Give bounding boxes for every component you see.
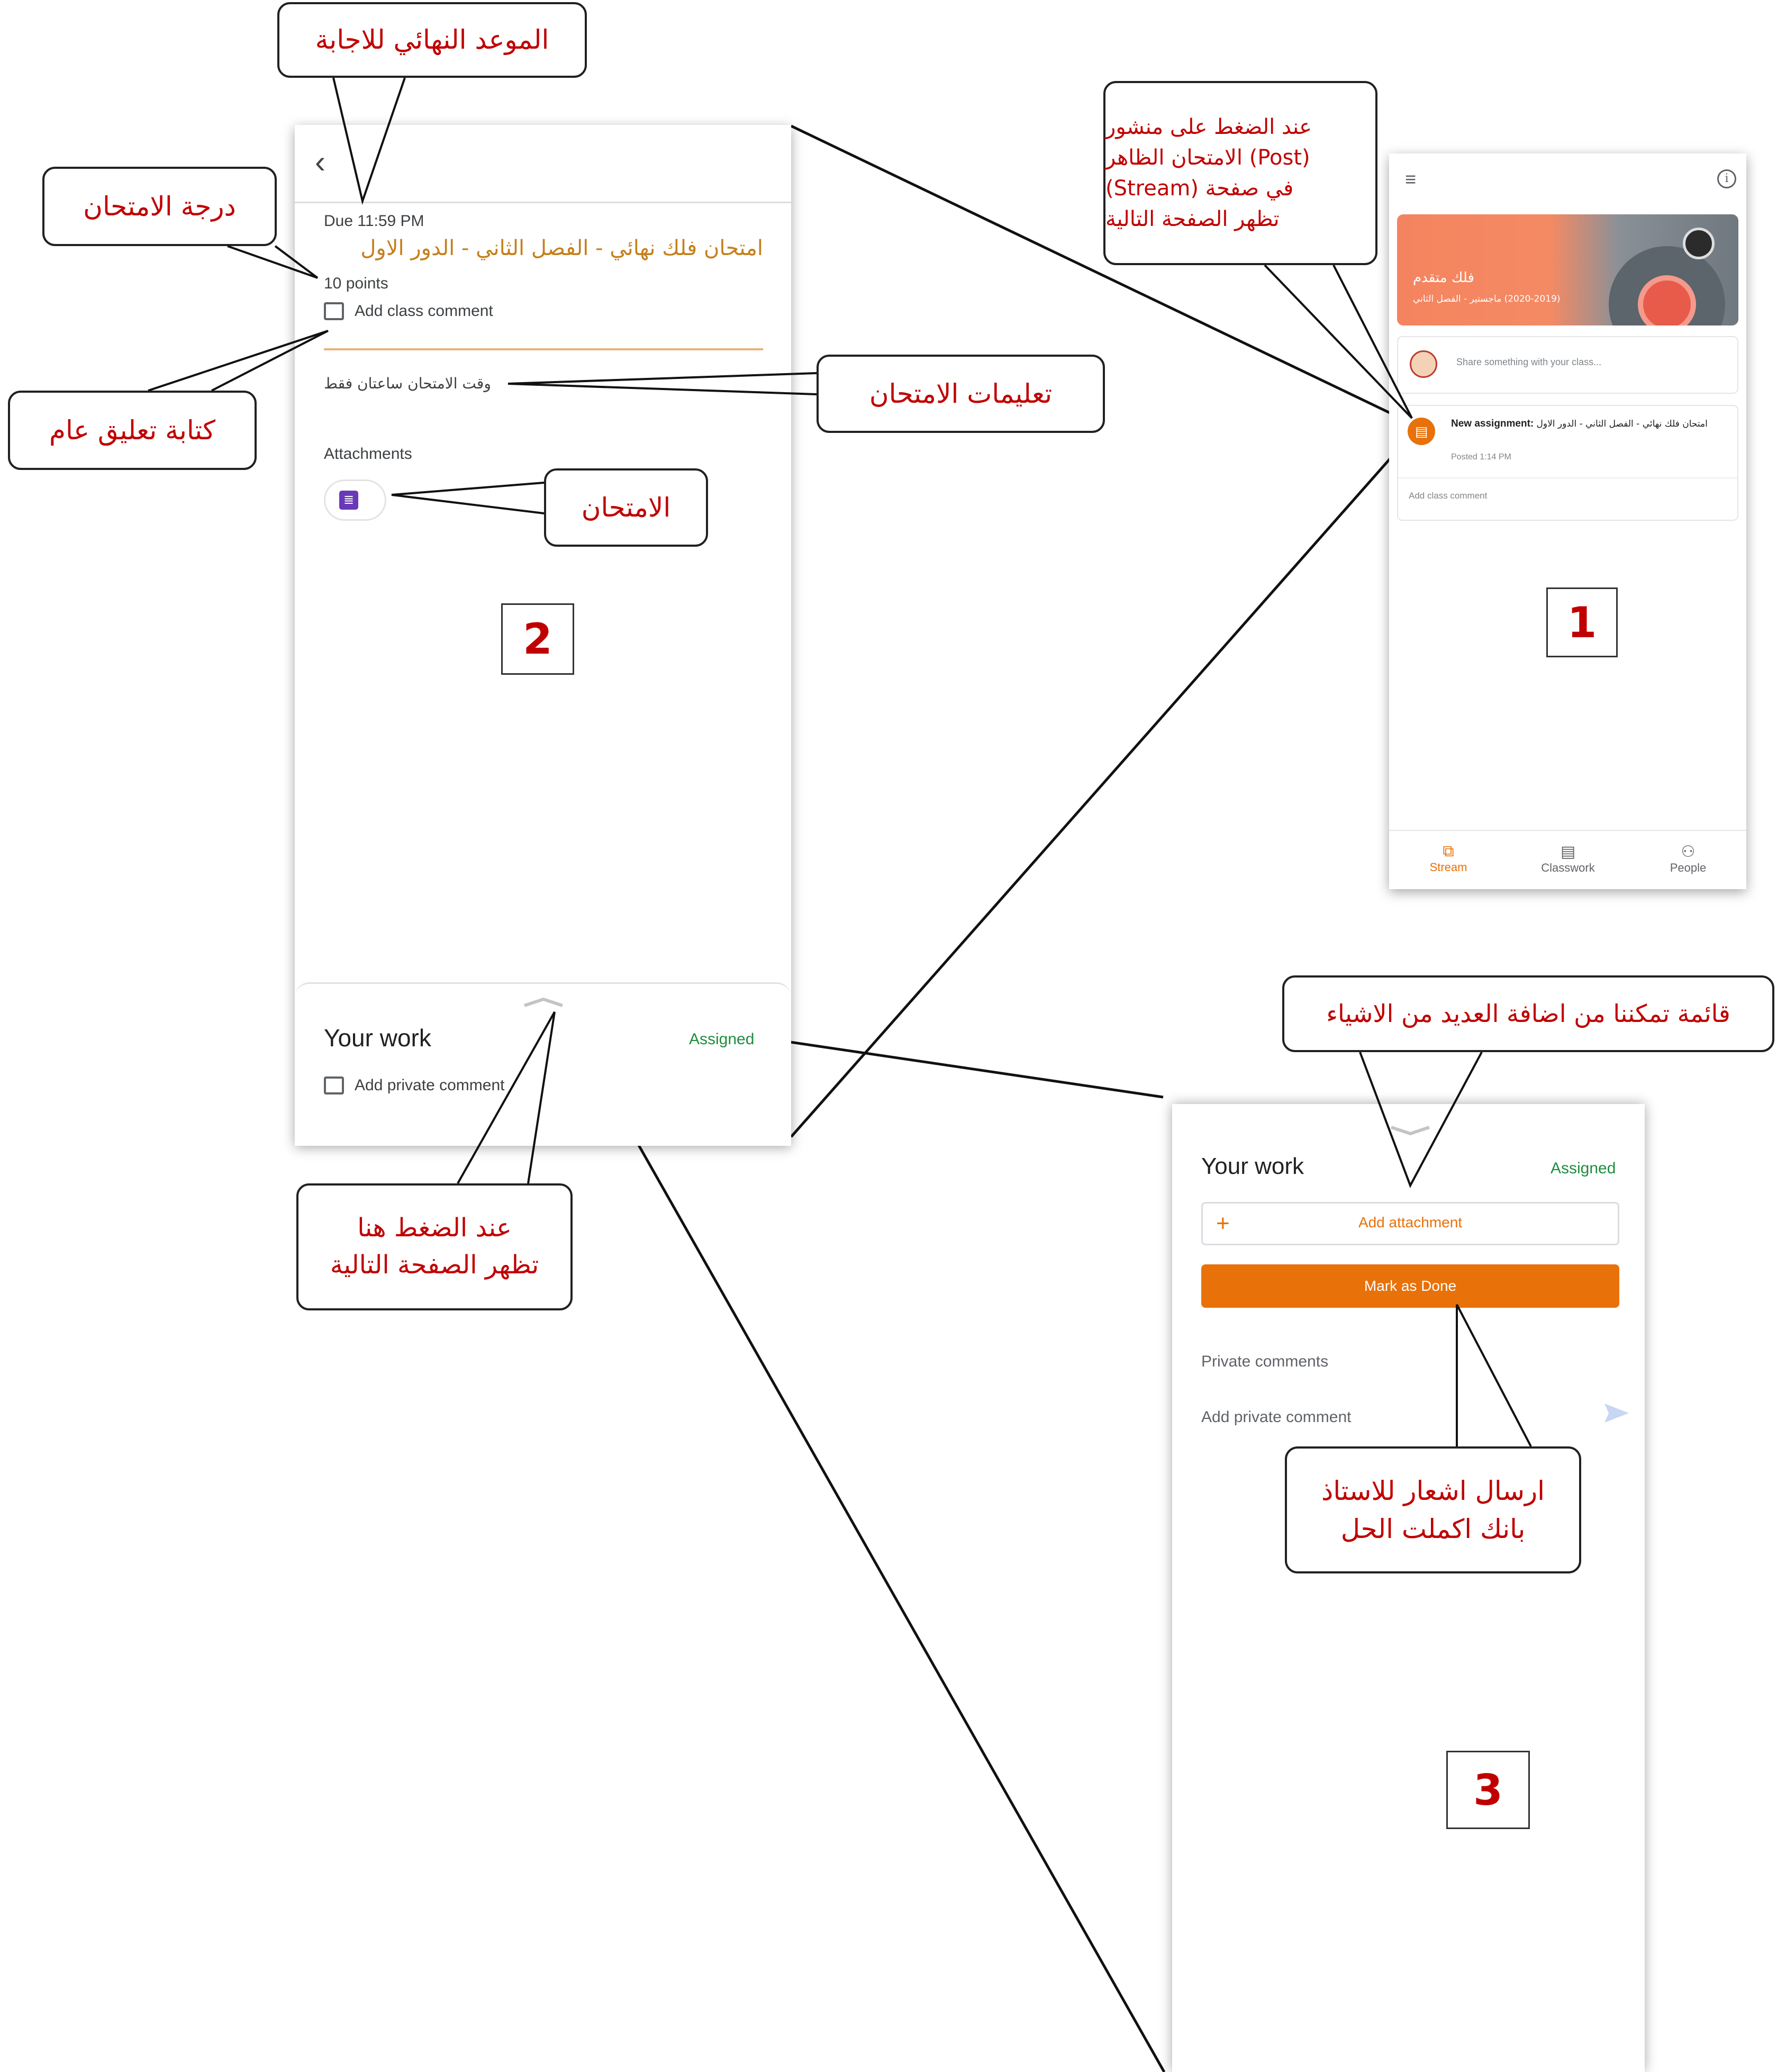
google-forms-icon: ≣ xyxy=(339,491,358,510)
assignment-top-bar: ‹ xyxy=(295,125,791,203)
step-number-1: 1 xyxy=(1546,587,1618,657)
callout-the-exam: الامتحان xyxy=(544,468,708,547)
share-box[interactable]: Share something with your class... xyxy=(1397,336,1738,394)
info-icon[interactable]: i xyxy=(1717,169,1736,188)
your-work-sheet: Your work Assigned Add private comment xyxy=(295,982,791,1146)
callout-post-click: عند الضغط على منشور (Post) الامتحان الظا… xyxy=(1103,81,1377,265)
post-time: Posted 1:14 PM xyxy=(1451,453,1511,462)
callout-text: عند الضغط على منشور xyxy=(1105,115,1312,139)
banner-illustration xyxy=(1683,228,1715,259)
assignment-post[interactable]: ▤ New assignment: امتحان فلك نهائي - الف… xyxy=(1397,405,1738,521)
stream-top-bar: ≡ i xyxy=(1389,153,1746,201)
callout-text: درجة الامتحان xyxy=(83,191,236,222)
your-work-heading: Your work xyxy=(1201,1153,1304,1179)
send-icon[interactable] xyxy=(1603,1401,1630,1427)
add-private-comment[interactable]: Add private comment xyxy=(324,1076,504,1094)
callout-general-comment: كتابة تعليق عام xyxy=(8,391,257,470)
share-placeholder: Share something with your class... xyxy=(1456,357,1602,367)
status-badge: Assigned xyxy=(689,1030,755,1048)
post-prefix: New assignment: xyxy=(1451,418,1534,429)
private-comments-label: Private comments xyxy=(1201,1353,1329,1370)
status-badge: Assigned xyxy=(1551,1160,1616,1177)
nav-stream[interactable]: ⧉ Stream xyxy=(1395,843,1501,874)
callout-text: تظهر الصفحة التالية xyxy=(330,1250,539,1280)
collapse-handle[interactable] xyxy=(1389,1125,1431,1138)
callout-click-here: عند الضغط هنا تظهر الصفحة التالية xyxy=(296,1183,573,1310)
callout-text: كتابة تعليق عام xyxy=(49,414,216,446)
assignment-title: امتحان فلك نهائي - الفصل الثاني - الدور … xyxy=(360,236,763,260)
nav-classwork[interactable]: ▤ Classwork xyxy=(1515,843,1621,875)
callout-text: ارسال اشعار للاستاذ xyxy=(1321,1475,1545,1506)
due-date: Due 11:59 PM xyxy=(324,212,424,230)
callout-text: في صفحة (Stream) xyxy=(1105,176,1294,201)
bottom-navigation: ⧉ Stream ▤ Classwork ⚇ People xyxy=(1389,830,1746,889)
post-text: New assignment: امتحان فلك نهائي - الفصل… xyxy=(1451,417,1726,431)
stream-icon: ⧉ xyxy=(1443,843,1454,860)
chevron-up-icon xyxy=(524,997,563,1007)
stream-screen: ≡ i فلك متقدم (2020-2019) ماجستير - الفص… xyxy=(1389,153,1746,889)
chevron-down-icon xyxy=(1391,1126,1430,1136)
callout-exam-instructions: تعليمات الامتحان xyxy=(817,355,1105,433)
callout-text: تظهر الصفحة التالية xyxy=(1105,207,1280,231)
callout-text: تعليمات الامتحان xyxy=(869,378,1053,409)
hamburger-menu-icon[interactable]: ≡ xyxy=(1405,168,1416,191)
comment-icon xyxy=(324,1076,344,1094)
callout-text: الامتحان xyxy=(581,492,671,523)
title-divider xyxy=(324,348,763,350)
callout-notify-teacher: ارسال اشعار للاستاذ بانك اكملت الحل xyxy=(1285,1446,1581,1573)
nav-people-label: People xyxy=(1670,861,1707,874)
post-title: امتحان فلك نهائي - الفصل الثاني - الدور … xyxy=(1536,419,1708,429)
callout-add-menu: قائمة تمكننا من اضافة العديد من الاشياء xyxy=(1282,975,1774,1052)
divider xyxy=(1398,477,1737,478)
callout-exam-grade: درجة الامتحان xyxy=(42,167,277,246)
callout-text: الموعد النهائي للاجابة xyxy=(315,24,549,56)
class-name: فلك متقدم xyxy=(1413,270,1474,286)
comment-icon xyxy=(324,302,344,320)
private-comment-input[interactable]: Add private comment xyxy=(1201,1408,1351,1426)
add-class-comment-label: Add class comment xyxy=(355,302,493,320)
expand-handle[interactable] xyxy=(522,997,565,1007)
add-class-comment[interactable]: Add class comment xyxy=(324,302,493,320)
nav-classwork-label: Classwork xyxy=(1541,861,1595,874)
avatar xyxy=(1410,350,1437,378)
classwork-icon: ▤ xyxy=(1560,843,1576,861)
add-attachment-button[interactable]: + Add attachment xyxy=(1201,1202,1619,1245)
add-private-comment-label: Add private comment xyxy=(355,1076,505,1094)
connector-line xyxy=(561,1010,1166,2072)
class-section: (2020-2019) ماجستير - الفصل الثاني xyxy=(1413,294,1561,304)
assignment-icon: ▤ xyxy=(1408,418,1435,445)
instructions: وقت الامتحان ساعتان فقط xyxy=(324,375,491,392)
class-banner: فلك متقدم (2020-2019) ماجستير - الفصل ال… xyxy=(1397,214,1738,325)
callout-text: بانك اكملت الحل xyxy=(1340,1514,1526,1544)
callout-text: قائمة تمكننا من اضافة العديد من الاشياء xyxy=(1326,999,1730,1028)
your-work-heading: Your work xyxy=(324,1024,431,1052)
your-work-expanded-screen: Your work Assigned + Add attachment Mark… xyxy=(1172,1104,1645,2072)
back-arrow-icon[interactable]: ‹ xyxy=(315,146,325,178)
step-number-3: 3 xyxy=(1446,1751,1530,1829)
callout-deadline: الموعد النهائي للاجابة xyxy=(277,2,587,78)
callout-text: (Post) الامتحان الظاهر xyxy=(1105,146,1310,170)
callout-text: عند الضغط هنا xyxy=(357,1213,512,1243)
add-attachment-label: Add attachment xyxy=(1358,1214,1463,1230)
exam-form-attachment[interactable]: ≣ xyxy=(324,479,386,521)
people-icon: ⚇ xyxy=(1681,843,1696,861)
nav-people[interactable]: ⚇ People xyxy=(1635,843,1741,875)
step-number-2: 2 xyxy=(501,603,574,675)
nav-stream-label: Stream xyxy=(1429,861,1467,874)
mark-as-done-button[interactable]: Mark as Done xyxy=(1201,1264,1619,1308)
add-class-comment-link[interactable]: Add class comment xyxy=(1409,491,1487,501)
attachments-label: Attachments xyxy=(324,445,412,463)
points: 10 points xyxy=(324,275,388,292)
